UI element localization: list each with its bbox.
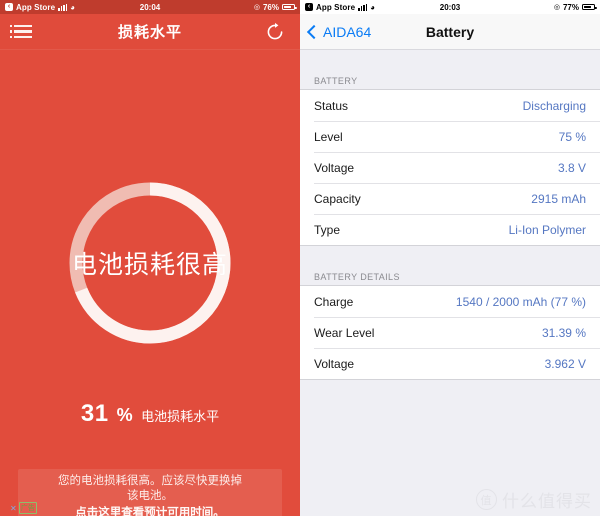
wear-percent-unit: % [116,405,134,425]
ad-corner-close-icon[interactable]: ✕ [10,504,17,513]
table-row[interactable]: Capacity 2915 mAh [300,183,600,214]
right-nav-bar: AIDA64 Battery [300,14,600,50]
advice-line-2: 该电池。 [127,490,173,502]
table-row[interactable]: Wear Level 31.39 % [300,317,600,348]
refresh-icon[interactable] [265,22,285,42]
status-bar-right-group: ◎ 77% [553,2,597,12]
ad-corner-label: 广告 [18,502,37,514]
row-value: 31.39 % [541,325,586,340]
row-value: 75 % [558,129,586,144]
back-button[interactable]: AIDA64 [306,23,372,40]
table-row[interactable]: Charge 1540 / 2000 mAh (77 %) [300,286,600,317]
ad-corner-controls[interactable]: ✕ 广告 [10,502,37,514]
left-phone-screen: ‹ App Store ◕ 20:04 ◎ 76% 损耗水平 电池损耗很高 31… [0,0,300,516]
watermark-badge: 值 [476,489,497,510]
advice-action-link[interactable]: 点击这里查看预计可用时间。 [26,505,274,516]
battery-icon [282,3,297,11]
gauge-center-text: 电池损耗很高 [71,251,228,279]
section-header-battery-details: BATTERY DETAILS [300,265,600,285]
table-row[interactable]: Voltage 3.962 V [300,348,600,379]
status-bar-right-group: ◎ 76% [253,2,297,12]
dual-screenshot-container: ‹ App Store ◕ 20:04 ◎ 76% 损耗水平 电池损耗很高 31… [0,0,600,516]
row-value: 1540 / 2000 mAh (77 %) [455,294,586,309]
wear-percent-row: 31 % 电池损耗水平 [0,400,300,428]
row-key: Voltage [314,356,355,371]
chevron-left-icon [306,24,322,39]
row-key: Voltage [314,160,355,175]
row-key: Capacity [314,191,361,206]
right-status-bar: ‹ App Store ◕ 20:03 ◎ 77% [300,0,600,14]
row-key: Charge [314,294,354,309]
row-value: Discharging [522,98,586,113]
back-button-label: AIDA64 [323,23,372,40]
battery-percent-label: 76% [262,2,279,12]
table-row[interactable]: Type Li-Ion Polymer [300,214,600,245]
left-status-bar: ‹ App Store ◕ 20:04 ◎ 76% [0,0,300,14]
row-key: Status [314,98,349,113]
watermark: 值 什么值得买 [476,487,592,512]
rotation-lock-icon: ◎ [253,4,260,11]
table-row[interactable]: Level 75 % [300,121,600,152]
battery-percent-label: 77% [562,2,579,12]
left-content-area: 电池损耗很高 31 % 电池损耗水平 您的电池损耗很高。应该尽快更换掉 该电池。… [0,50,300,516]
advice-banner[interactable]: 您的电池损耗很高。应该尽快更换掉 该电池。 点击这里查看预计可用时间。 [18,469,282,516]
table-row[interactable]: Voltage 3.8 V [300,152,600,183]
left-nav-bar: 损耗水平 [0,14,300,50]
battery-icon [582,3,597,11]
row-key: Type [314,222,341,237]
table-row[interactable]: Status Discharging [300,90,600,121]
rotation-lock-icon: ◎ [553,4,560,11]
row-value: Li-Ion Polymer [508,222,586,237]
row-value: 2915 mAh [531,191,586,206]
row-key: Level [314,129,343,144]
hamburger-menu-icon[interactable] [10,25,32,39]
section-header-battery: BATTERY [300,69,600,89]
watermark-text: 什么值得买 [502,492,592,511]
wear-level-gauge: 电池损耗很高 [65,178,235,348]
row-value: 3.8 V [557,160,586,175]
battery-details-table: Charge 1540 / 2000 mAh (77 %) Wear Level… [300,285,600,380]
page-title: 损耗水平 [117,24,182,41]
row-value: 3.962 V [544,356,586,371]
section-spacer [300,246,600,265]
battery-table: Status Discharging Level 75 % Voltage 3.… [300,89,600,246]
advice-line-1: 您的电池损耗很高。应该尽快更换掉 [58,475,242,487]
section-spacer [300,50,600,69]
row-key: Wear Level [314,325,375,340]
right-phone-screen: ‹ App Store ◕ 20:03 ◎ 77% AIDA64 Battery… [300,0,600,516]
wear-percent-value: 31 [80,400,109,427]
wear-percent-caption: 电池损耗水平 [141,409,220,424]
